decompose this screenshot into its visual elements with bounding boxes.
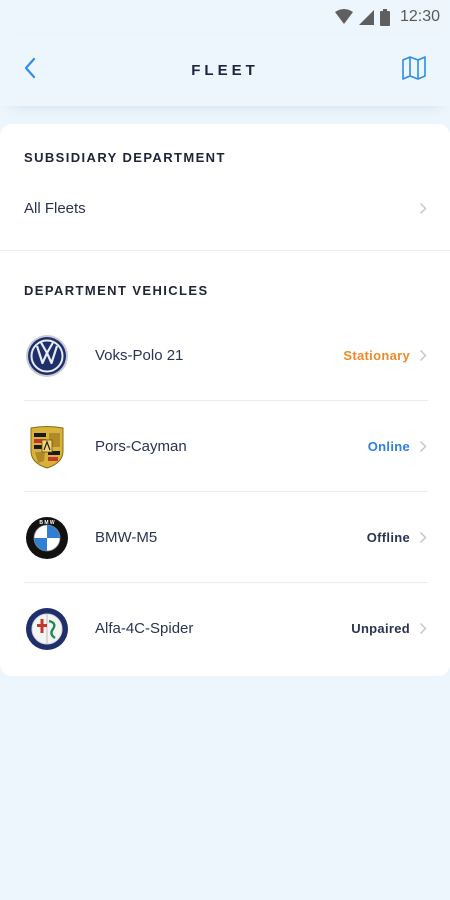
vehicle-name: BMW-M5 — [95, 529, 158, 546]
map-button[interactable] — [398, 54, 430, 86]
vehicle-status: Offline — [366, 530, 410, 545]
battery-icon — [379, 8, 390, 26]
vehicle-status: Online — [367, 439, 410, 454]
status-time: 12:30 — [399, 8, 440, 25]
cellular-signal-icon — [358, 9, 374, 25]
status-bar: 12:30 — [0, 0, 450, 34]
wifi-icon — [334, 9, 353, 25]
chevron-right-icon — [418, 440, 428, 454]
subsidiary-section-label: SUBSIDIARY DEPARTMENT — [24, 150, 226, 165]
vehicles-section-label: DEPARTMENT VEHICLES — [24, 283, 209, 298]
vehicle-row[interactable]: Pors-Cayman Online — [0, 401, 450, 492]
chevron-right-icon — [418, 622, 428, 636]
vehicle-name: Voks-Polo 21 — [95, 347, 184, 364]
vehicle-status: Stationary — [343, 348, 410, 363]
vehicle-status: Unpaired — [351, 621, 410, 636]
app-bar: FLEET — [0, 34, 450, 106]
vehicle-row[interactable]: Alfa-4C-Spider Unpaired — [0, 583, 450, 674]
fleet-card: SUBSIDIARY DEPARTMENT All Fleets DEPARTM… — [0, 124, 450, 676]
chevron-right-icon — [418, 531, 428, 545]
subsidiary-selector-row[interactable]: All Fleets — [0, 178, 450, 238]
chevron-left-icon — [23, 57, 37, 84]
subsidiary-selected-label: All Fleets — [24, 199, 86, 217]
vehicle-name: Alfa-4C-Spider — [95, 620, 194, 637]
vehicle-row[interactable]: B M W BMW-M5 Offline — [0, 492, 450, 583]
vehicle-list: Voks-Polo 21 Stationary Pors-Cayman Onli… — [0, 310, 450, 674]
bmw-logo: B M W — [24, 515, 70, 561]
map-icon — [401, 55, 427, 86]
chevron-right-icon — [418, 349, 428, 363]
back-button[interactable] — [14, 54, 46, 86]
alfa-romeo-logo — [24, 606, 70, 652]
porsche-logo — [24, 424, 70, 470]
svg-text:B M W: B M W — [39, 520, 55, 526]
page-title: FLEET — [191, 61, 259, 79]
vehicle-row[interactable]: Voks-Polo 21 Stationary — [0, 310, 450, 401]
chevron-right-icon — [418, 201, 428, 215]
vehicle-name: Pors-Cayman — [95, 438, 187, 455]
volkswagen-logo — [24, 333, 70, 379]
section-divider — [0, 250, 450, 251]
